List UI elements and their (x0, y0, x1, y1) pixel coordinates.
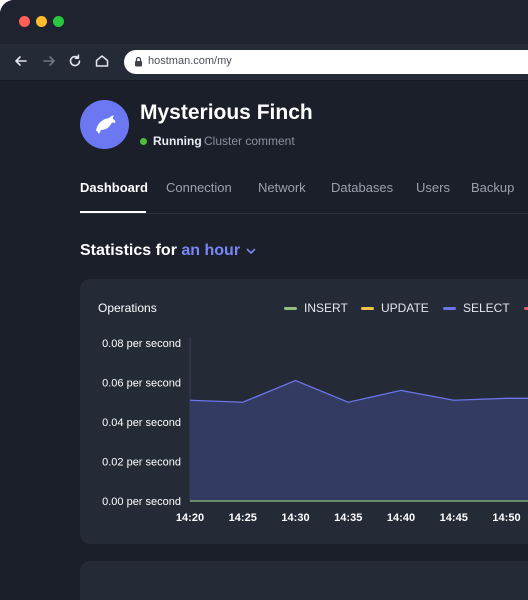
status-text: Running (153, 134, 202, 148)
maximize-window-button[interactable] (53, 16, 64, 27)
title-bar (0, 0, 528, 44)
back-arrow-icon[interactable] (12, 52, 30, 70)
cluster-name: Mysterious Finch (140, 101, 313, 124)
reload-icon[interactable] (66, 52, 84, 70)
x-tick-label: 14:20 (176, 512, 204, 524)
tab-bar: Dashboard Connection Network Databases U… (80, 180, 528, 214)
statistics-heading: Statistics for an hour (80, 242, 257, 260)
lock-icon (132, 55, 145, 68)
series-select-line (189, 379, 528, 403)
tab-users[interactable]: Users (416, 180, 450, 195)
y-tick-label: 0.02 per second (102, 457, 181, 469)
legend-fourth[interactable] (524, 301, 528, 315)
tab-backup[interactable]: Backup (471, 180, 514, 195)
operations-chart-card: 0.00 per second 0.02 per second 0.04 per s… (80, 279, 528, 544)
y-tick-label: 0.04 per second (102, 417, 181, 429)
legend-select-label: SELECT (463, 301, 510, 315)
chevron-down-icon (246, 248, 255, 254)
tab-dashboard[interactable]: Dashboard (80, 180, 148, 195)
x-tick-label: 14:35 (334, 512, 362, 524)
legend-insert-label: INSERT (304, 301, 348, 315)
y-tick-label: 0.00 per second (102, 496, 181, 508)
forward-arrow-icon[interactable] (40, 52, 58, 70)
legend-update[interactable]: UPDATE (361, 301, 429, 315)
y-tick-label: 0.08 per second (102, 338, 181, 350)
x-tick-label: 14:25 (229, 512, 257, 524)
address-bar[interactable]: hostman.com/my (124, 50, 528, 74)
legend-insert[interactable]: INSERT (284, 301, 348, 315)
status-indicator (140, 138, 147, 145)
tab-connection[interactable]: Connection (166, 180, 232, 195)
minimize-window-button[interactable] (36, 16, 47, 27)
browser-toolbar: hostman.com/my (0, 44, 528, 81)
x-tick-label: 14:45 (440, 512, 468, 524)
tab-network[interactable]: Network (258, 180, 306, 195)
legend-fourth-swatch (524, 307, 528, 311)
legend-select[interactable]: SELECT (443, 301, 510, 315)
statistics-range-dropdown[interactable]: an hour (181, 242, 256, 259)
statistics-prefix: Statistics for (80, 242, 177, 259)
x-tick-label: 14:50 (492, 512, 520, 524)
close-window-button[interactable] (19, 16, 30, 27)
statistics-range-value: an hour (181, 242, 241, 259)
legend-update-swatch (361, 307, 374, 311)
active-tab-indicator (80, 211, 146, 213)
page-content: Mysterious Finch Running Cluster comment… (0, 81, 528, 600)
y-tick-label: 0.06 per second (102, 378, 181, 390)
second-chart-card (80, 561, 528, 600)
url-text: hostman.com/my (148, 55, 232, 67)
cluster-comment[interactable]: Cluster comment (204, 134, 295, 148)
cluster-avatar (80, 100, 129, 149)
x-tick-label: 14:40 (387, 512, 415, 524)
chart-title: Operations (98, 301, 157, 315)
tab-databases[interactable]: Databases (331, 180, 393, 195)
dolphin-icon (96, 115, 116, 134)
home-icon[interactable] (93, 52, 111, 70)
legend-select-swatch (443, 307, 456, 311)
operations-chart: 0.00 per second 0.02 per second 0.04 per s… (102, 337, 528, 524)
browser-window: hostman.com/my Mysterious Finch Running … (0, 0, 528, 600)
legend-update-label: UPDATE (381, 301, 429, 315)
series-select-area (190, 380, 528, 501)
x-tick-label: 14:30 (281, 512, 309, 524)
legend-insert-swatch (284, 307, 297, 311)
